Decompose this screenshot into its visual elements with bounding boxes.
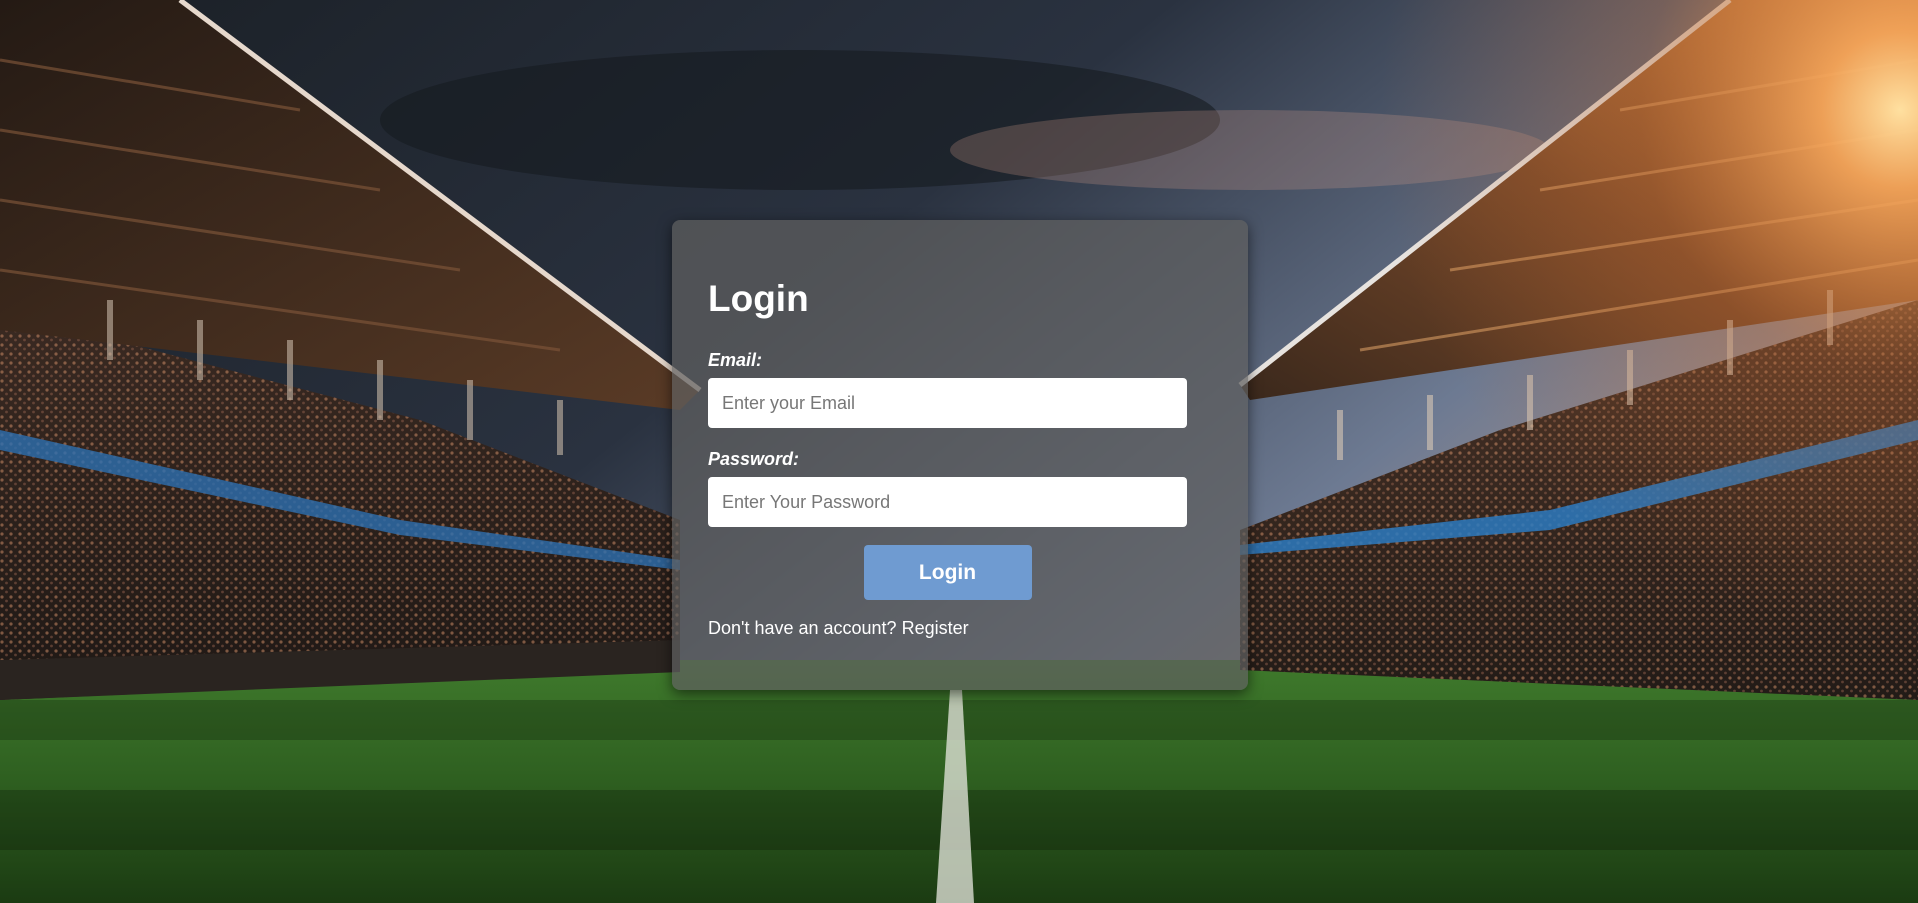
password-label: Password: — [708, 449, 800, 469]
email-input[interactable] — [708, 378, 1187, 428]
password-input[interactable] — [708, 477, 1187, 527]
register-link[interactable]: Register — [902, 618, 969, 638]
register-prompt-line: Don't have an account? Register — [708, 619, 1212, 637]
login-page: Login Email: Password: Login Don't have … — [0, 0, 1918, 903]
login-title: Login — [708, 278, 809, 319]
login-button-row: Login — [708, 545, 1187, 600]
email-label: Email: — [708, 350, 763, 370]
login-card: Login Email: Password: Login Don't have … — [672, 220, 1248, 690]
login-button[interactable]: Login — [863, 545, 1032, 600]
register-prompt-text: Don't have an account? — [708, 618, 897, 638]
